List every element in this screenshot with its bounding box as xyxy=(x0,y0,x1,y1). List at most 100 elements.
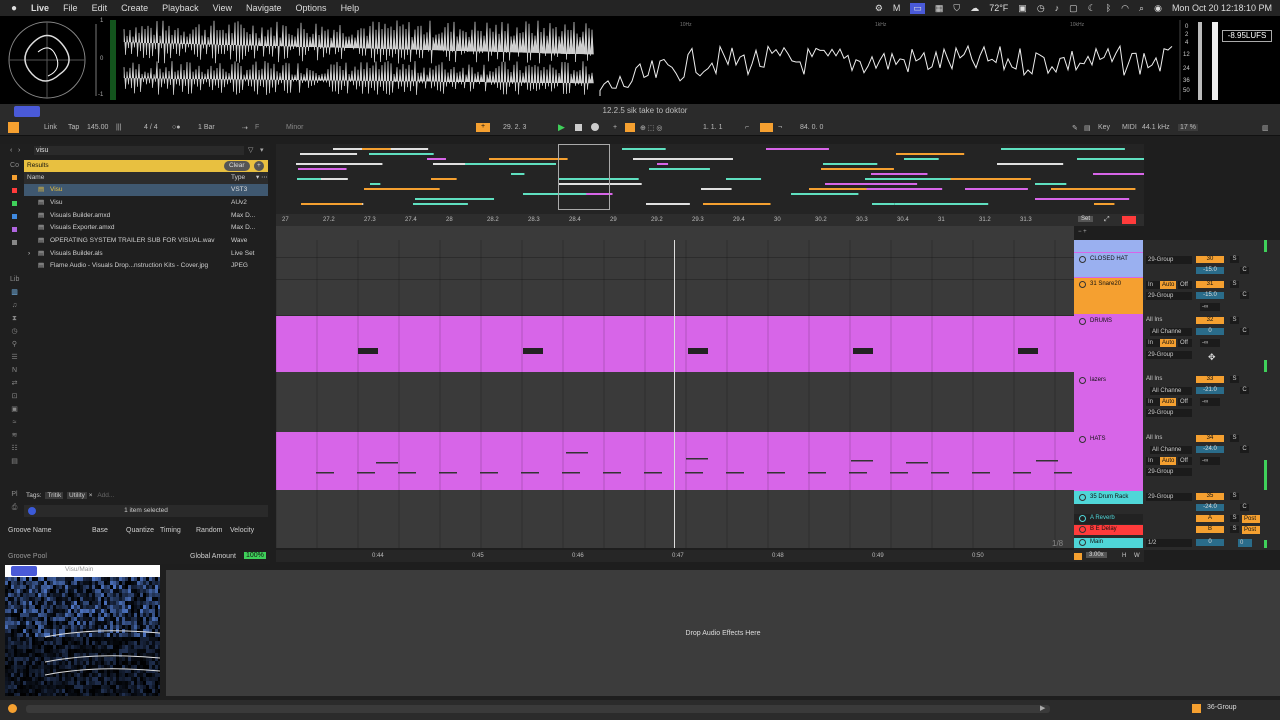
plugins-icon[interactable]: ⊡ xyxy=(10,393,19,400)
wifi-icon[interactable]: ◠ xyxy=(1121,3,1129,14)
track-activator[interactable]: 30 xyxy=(1196,256,1224,263)
grid-icon[interactable]: ▦ xyxy=(935,3,944,14)
track-header-drum-rack[interactable]: 35 Drum Rack xyxy=(1074,491,1143,504)
menu-playback[interactable]: Playback xyxy=(162,3,199,13)
tunings-icon[interactable]: ☷ xyxy=(10,445,19,452)
track-activator[interactable]: 33 xyxy=(1196,376,1224,383)
library-icon[interactable]: Lib xyxy=(10,276,19,283)
browser-item[interactable]: ▤ Visuals Exporter.amxd Max D... xyxy=(24,222,268,234)
menu-view[interactable]: View xyxy=(213,3,232,13)
screen-record-icon[interactable]: ▭ xyxy=(910,2,925,14)
arrangement-tracks[interactable] xyxy=(276,240,1074,548)
track-activator[interactable]: 31 xyxy=(1196,281,1224,288)
all-icon[interactable]: ▥ xyxy=(10,289,19,296)
track-header-drums[interactable]: DRUMS xyxy=(1074,315,1143,371)
preview-icon[interactable] xyxy=(28,507,36,515)
position-field[interactable]: 29. 2. 3 xyxy=(503,124,526,131)
return-activator[interactable]: B xyxy=(1196,526,1224,533)
playhead[interactable] xyxy=(674,240,675,548)
set-locator-button[interactable]: Set xyxy=(1078,216,1094,222)
monitor-auto-button[interactable]: Auto xyxy=(1160,281,1176,289)
drums-icon[interactable]: ⧗ xyxy=(10,315,19,322)
track-header-lazers[interactable]: lazers xyxy=(1074,374,1143,430)
metronome-dots-icon[interactable]: ||| xyxy=(116,124,121,131)
display-icon[interactable]: ▣ xyxy=(1018,3,1027,14)
scale-dropdown[interactable]: Minor xyxy=(286,124,304,131)
browser-item[interactable]: ▤ Flame Audio - Visuals Drop...nstructio… xyxy=(24,260,268,272)
input-channel-dropdown[interactable]: All Channe xyxy=(1150,328,1192,336)
filter-dropdown-icon[interactable]: ▾ xyxy=(260,146,264,154)
tag-chip[interactable]: Tritik xyxy=(45,492,64,499)
volume-field[interactable]: -21.0 xyxy=(1196,387,1224,394)
collection-blue-icon[interactable] xyxy=(12,214,17,219)
w-button[interactable]: W xyxy=(1134,553,1140,559)
loop-start-field[interactable]: 1. 1. 1 xyxy=(703,124,722,131)
midi-map-button[interactable]: MIDI xyxy=(1122,124,1137,131)
browser-item[interactable]: › ▤ Visuals Builder.als Live Set xyxy=(24,248,268,260)
menu-file[interactable]: File xyxy=(63,3,78,13)
grid-zoom-label[interactable]: 1/8 xyxy=(1052,539,1063,548)
pan-field[interactable]: C xyxy=(1240,446,1249,453)
pan-field[interactable]: C xyxy=(1240,267,1249,274)
send-field[interactable]: -∞ xyxy=(1200,457,1220,465)
send-field[interactable]: -∞ xyxy=(1200,339,1220,347)
fold-icon[interactable] xyxy=(1079,539,1086,546)
overview-viewport[interactable] xyxy=(558,144,610,210)
main-pan-field[interactable]: 0 xyxy=(1238,539,1252,547)
midi-effects-icon[interactable]: ☰ xyxy=(10,354,19,361)
fold-icon[interactable] xyxy=(1079,436,1086,443)
punch-in-icon[interactable]: ⌐ xyxy=(745,124,749,131)
monitor-off-button[interactable]: Off xyxy=(1178,339,1192,347)
fold-icon[interactable] xyxy=(1079,377,1086,384)
device-view[interactable]: Drop Audio Effects Here xyxy=(166,570,1280,696)
templates-icon[interactable]: ▤ xyxy=(10,458,19,465)
filter-icon[interactable]: ▽ xyxy=(248,146,253,154)
monitor-in-button[interactable]: In xyxy=(1146,457,1160,465)
plugin-icon-button[interactable] xyxy=(11,566,37,576)
monitor-auto-button[interactable]: Auto xyxy=(1160,339,1176,347)
browser-toggle-icon[interactable] xyxy=(8,122,19,133)
horizontal-scrollbar[interactable] xyxy=(26,705,1050,713)
zoom-field[interactable]: 3.00x xyxy=(1086,552,1107,558)
scroll-right-icon[interactable]: ▶ xyxy=(1040,704,1045,712)
info-icon[interactable] xyxy=(8,704,17,713)
send-field[interactable]: -∞ xyxy=(1200,398,1220,406)
browser-search-input[interactable]: visu xyxy=(34,146,244,155)
expand-arrow-icon[interactable]: › xyxy=(28,248,30,260)
monitor-in-button[interactable]: In xyxy=(1146,281,1160,289)
monitor-auto-button[interactable]: Auto xyxy=(1160,457,1176,465)
record-automation-icon[interactable] xyxy=(1122,216,1136,224)
punch-out-icon[interactable]: ¬ xyxy=(778,124,782,131)
key-dropdown[interactable]: F xyxy=(255,124,259,131)
apple-icon[interactable]: ● xyxy=(11,3,17,14)
monitor-in-button[interactable]: In xyxy=(1146,398,1160,406)
packs-icon[interactable]: ⎙ xyxy=(10,504,19,511)
return-header-reverb[interactable]: A Reverb xyxy=(1074,514,1143,524)
fold-icon[interactable] xyxy=(1079,281,1086,288)
menu-create[interactable]: Create xyxy=(121,3,148,13)
track-activator[interactable]: 34 xyxy=(1196,435,1224,442)
volume-field[interactable]: -15.0 xyxy=(1196,292,1224,299)
post-button[interactable]: Post xyxy=(1242,526,1260,534)
collection-purple-icon[interactable] xyxy=(12,227,17,232)
clock-icon[interactable]: ◷ xyxy=(1037,3,1045,14)
menu-help[interactable]: Help xyxy=(341,3,360,13)
re-enable-automation-icon[interactable]: ⊕ ⬚ ◎ xyxy=(640,124,662,132)
record-button[interactable] xyxy=(591,123,599,131)
weather-icon[interactable]: ☁ xyxy=(970,3,979,14)
collection-orange-icon[interactable] xyxy=(12,175,17,180)
solo-button[interactable]: S xyxy=(1230,435,1239,442)
menu-clock[interactable]: Mon Oct 20 12:18:10 PM xyxy=(1172,3,1272,13)
volume-field[interactable]: -24.0 xyxy=(1196,504,1224,511)
modulators-icon[interactable]: N xyxy=(10,367,19,374)
draw-mode-icon[interactable]: ✎ xyxy=(1072,124,1078,132)
input-type-dropdown[interactable]: All Ins xyxy=(1146,317,1162,323)
metronome-icon[interactable]: ○● xyxy=(172,124,180,131)
tag-chip[interactable]: Utility xyxy=(67,492,87,499)
add-tag-button[interactable]: Add... xyxy=(97,492,114,499)
moon-icon[interactable]: ☾ xyxy=(1088,3,1096,14)
post-button[interactable]: Post xyxy=(1242,515,1260,523)
browser-item[interactable]: ▤ Visuals Builder.amxd Max D... xyxy=(24,210,268,222)
plugin-visualizer-window[interactable]: Visu/Main xyxy=(5,565,160,696)
settings-icon[interactable]: ⚙ xyxy=(875,3,883,14)
